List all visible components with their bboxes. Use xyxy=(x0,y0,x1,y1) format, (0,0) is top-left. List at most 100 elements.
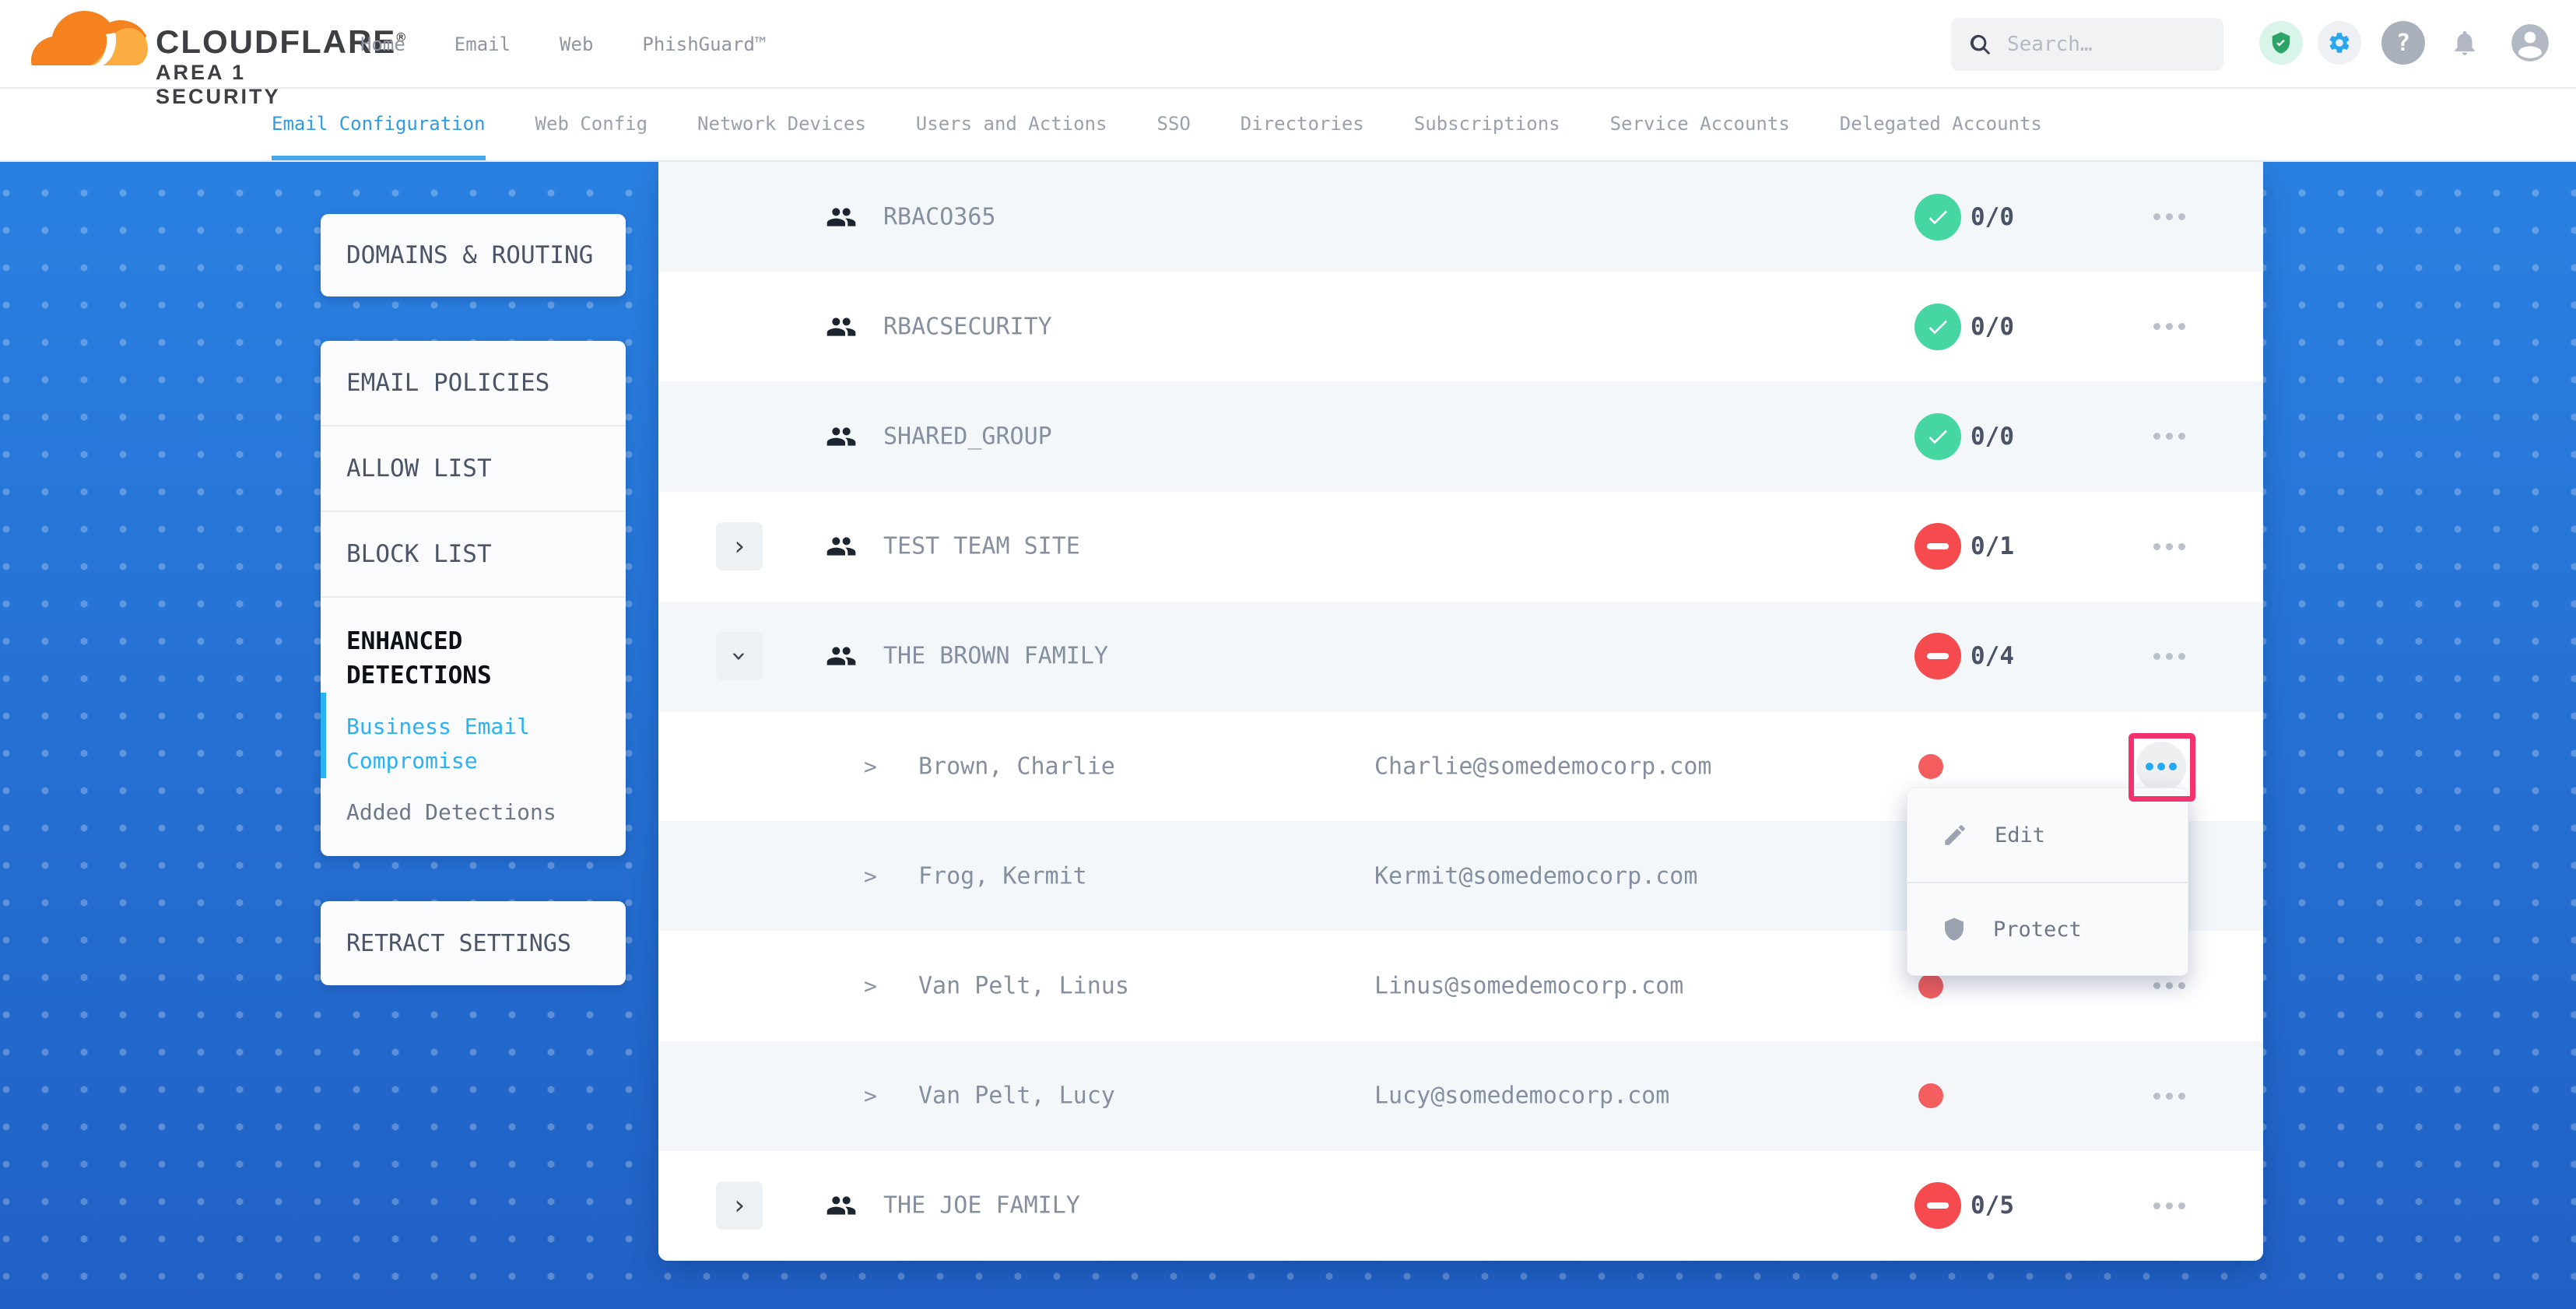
groups-table: RBACO365 0/0 RBACSECURITY 0/0 SHARED_GRO… xyxy=(658,162,2263,1261)
group-row-the-joe-family[interactable]: › THE JOE FAMILY 0/5 xyxy=(658,1151,2263,1261)
row-email: Linus@somedemocorp.com xyxy=(1374,972,1683,999)
sidebar-item-domains-routing: DOMAINS & ROUTING xyxy=(346,241,593,269)
nav-item-home[interactable]: Home xyxy=(360,33,405,55)
tab-web-config[interactable]: Web Config xyxy=(535,89,648,160)
unprotected-dot xyxy=(1918,1083,1943,1108)
row-name: RBACO365 xyxy=(883,203,996,230)
minus-icon xyxy=(1927,543,1949,549)
expand-chevron-button[interactable]: › xyxy=(716,632,763,680)
sidebar-item-added-detections[interactable]: Added Detections xyxy=(321,778,626,830)
row-name: RBACSECURITY xyxy=(883,313,1052,340)
cloudflare-cloud-icon xyxy=(31,11,148,76)
row-email: Charlie@somedemocorp.com xyxy=(1374,753,1711,780)
menu-item-edit-label: Edit xyxy=(1995,823,2045,848)
sidebar-item-retract-settings: RETRACT SETTINGS xyxy=(346,930,571,957)
group-people-icon xyxy=(823,421,859,452)
protection-count: 0/5 xyxy=(1971,1191,2014,1220)
tab-delegated-accounts[interactable]: Delegated Accounts xyxy=(1840,89,2042,160)
expand-chevron-button[interactable]: › xyxy=(716,1181,763,1230)
status-badge xyxy=(1914,413,1961,460)
app-header: CLOUDFLARE® AREA 1 SECURITY Home Email Web… xyxy=(0,0,2576,89)
sidebar-item-business-email-compromise[interactable]: Business Email Compromise xyxy=(321,693,626,778)
tab-service-accounts[interactable]: Service Accounts xyxy=(1610,89,1790,160)
unprotected-dot xyxy=(1918,974,1943,998)
protection-count: 0/0 xyxy=(1971,423,2014,451)
shield-check-icon[interactable] xyxy=(2259,21,2303,65)
row-actions-button[interactable] xyxy=(2136,742,2186,791)
tab-sso[interactable]: SSO xyxy=(1156,89,1190,160)
sidebar-card-retract-settings[interactable]: RETRACT SETTINGS xyxy=(321,901,626,985)
row-actions-button[interactable] xyxy=(2141,302,2197,352)
sidebar-card-domains-routing[interactable]: DOMAINS & ROUTING xyxy=(321,214,626,297)
primary-nav: Home Email Web PhishGuard™ xyxy=(360,0,766,89)
sidebar-item-allow-list[interactable]: ALLOW LIST xyxy=(321,426,626,512)
settings-gear-icon[interactable] xyxy=(2318,21,2361,65)
row-actions-button[interactable] xyxy=(2141,521,2197,571)
search-box[interactable] xyxy=(1951,18,2223,71)
protection-count: 0/0 xyxy=(1971,203,2014,231)
status-badge xyxy=(1914,523,1961,570)
row-context-menu: Edit Protect xyxy=(1907,788,2188,976)
group-row-rbaco365[interactable]: RBACO365 0/0 xyxy=(658,162,2263,272)
sidebar-card-policies: EMAIL POLICIESALLOW LISTBLOCK LISTENHANC… xyxy=(321,341,626,856)
row-actions-button[interactable] xyxy=(2141,192,2197,242)
row-actions-button[interactable] xyxy=(2141,631,2197,681)
group-people-icon xyxy=(823,1190,859,1221)
row-email: Kermit@somedemocorp.com xyxy=(1374,862,1697,890)
brand-subname: AREA 1 SECURITY xyxy=(156,61,358,109)
user-row-van-pelt-lucy[interactable]: > Van Pelt, Lucy Lucy@somedemocorp.com xyxy=(658,1041,2263,1151)
nav-item-phishguard-[interactable]: PhishGuard™ xyxy=(642,33,766,55)
row-name: THE BROWN FAMILY xyxy=(883,643,1108,670)
user-chevron: > xyxy=(864,1083,877,1109)
secondary-tabbar: Email ConfigurationWeb ConfigNetwork Dev… xyxy=(0,89,2576,162)
group-people-icon xyxy=(823,202,859,233)
nav-item-web[interactable]: Web xyxy=(560,33,593,55)
notifications-bell-icon[interactable] xyxy=(2443,21,2487,65)
groups-table-panel: RBACO365 0/0 RBACSECURITY 0/0 SHARED_GRO… xyxy=(658,162,2263,1261)
tab-network-devices[interactable]: Network Devices xyxy=(697,89,866,160)
search-icon xyxy=(1968,33,1992,56)
cloudflare-logo: CLOUDFLARE® AREA 1 SECURITY xyxy=(31,6,358,84)
user-chevron: > xyxy=(864,753,877,779)
tab-users-and-actions[interactable]: Users and Actions xyxy=(916,89,1107,160)
account-avatar-icon[interactable] xyxy=(2508,21,2552,65)
status-badge xyxy=(1914,304,1961,350)
expand-chevron-button[interactable]: › xyxy=(716,522,763,570)
group-row-shared-group[interactable]: SHARED_GROUP 0/0 xyxy=(658,381,2263,491)
protection-count: 0/1 xyxy=(1971,532,2014,560)
menu-item-edit[interactable]: Edit xyxy=(1907,788,2188,882)
sidebar-item-block-list[interactable]: BLOCK LIST xyxy=(321,512,626,598)
group-people-icon xyxy=(823,531,859,562)
row-name: Brown, Charlie xyxy=(918,753,1115,780)
row-actions-button[interactable] xyxy=(2141,1071,2197,1121)
menu-item-protect[interactable]: Protect xyxy=(1907,882,2188,975)
tab-subscriptions[interactable]: Subscriptions xyxy=(1414,89,1560,160)
search-input[interactable] xyxy=(2007,33,2186,56)
group-row-the-brown-family[interactable]: › THE BROWN FAMILY 0/4 xyxy=(658,602,2263,711)
check-icon xyxy=(1925,314,1950,339)
status-badge xyxy=(1914,633,1961,679)
group-row-rbacsecurity[interactable]: RBACSECURITY 0/0 xyxy=(658,272,2263,381)
check-icon xyxy=(1925,424,1950,449)
user-chevron: > xyxy=(864,973,877,998)
sidebar-item-email-policies[interactable]: EMAIL POLICIES xyxy=(321,341,626,426)
status-badge xyxy=(1914,1182,1961,1229)
row-actions-button[interactable] xyxy=(2141,1181,2197,1230)
help-glyph: ? xyxy=(2396,30,2410,57)
tab-directories[interactable]: Directories xyxy=(1241,89,1364,160)
protection-count: 0/4 xyxy=(1971,642,2014,670)
user-chevron: > xyxy=(864,863,877,889)
protection-count: 0/0 xyxy=(1971,313,2014,341)
row-name: Frog, Kermit xyxy=(918,862,1087,890)
unprotected-dot xyxy=(1918,754,1943,779)
nav-item-email[interactable]: Email xyxy=(454,33,511,55)
help-icon[interactable]: ? xyxy=(2381,21,2425,65)
row-name: THE JOE FAMILY xyxy=(883,1192,1080,1220)
row-name: Van Pelt, Lucy xyxy=(918,1083,1115,1110)
shield-icon xyxy=(1942,916,1967,942)
row-email: Lucy@somedemocorp.com xyxy=(1374,1083,1669,1110)
row-name: Van Pelt, Linus xyxy=(918,972,1129,999)
group-row-test-team-site[interactable]: › TEST TEAM SITE 0/1 xyxy=(658,492,2263,602)
row-actions-button[interactable] xyxy=(2141,412,2197,461)
menu-item-protect-label: Protect xyxy=(1993,918,2082,942)
